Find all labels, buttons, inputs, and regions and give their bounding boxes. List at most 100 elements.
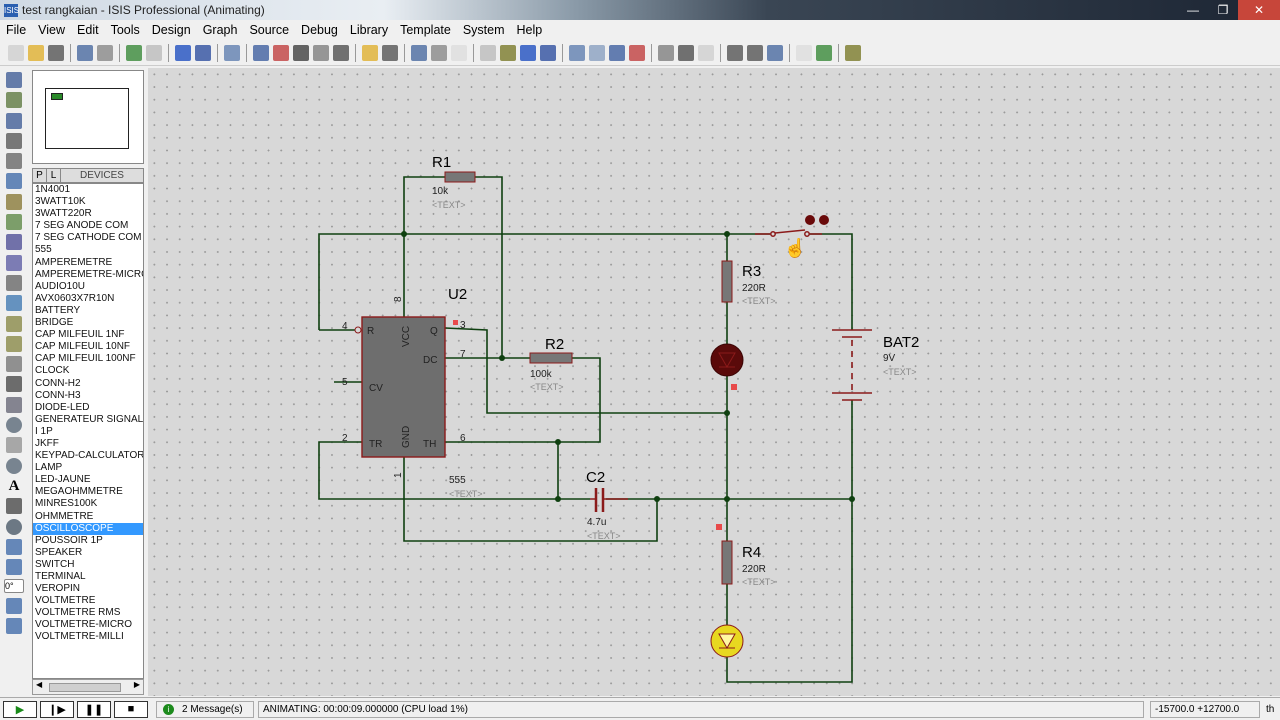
device-list-item[interactable]: LAMP	[33, 462, 143, 474]
pick-button[interactable]: P	[33, 169, 47, 182]
device-list-item[interactable]: CAP MILFEUIL 10NF	[33, 341, 143, 353]
menu-view[interactable]: View	[32, 23, 71, 37]
device-list-item[interactable]: CLOCK	[33, 365, 143, 377]
device-list-scrollbar[interactable]: ◀ ▶	[32, 679, 144, 695]
maximize-button[interactable]: ❐	[1208, 0, 1238, 20]
redo-icon[interactable]	[382, 44, 398, 61]
device-list-item[interactable]: CAP MILFEUIL 1NF	[33, 329, 143, 341]
device-list-item[interactable]: OHMMETRE	[33, 511, 143, 523]
resistor-r3[interactable]	[721, 260, 733, 303]
selection-icon[interactable]	[6, 72, 22, 88]
subcircuit-icon[interactable]	[6, 193, 22, 210]
block-copy-icon[interactable]	[480, 44, 496, 61]
device-list-item[interactable]: VOLTMETRE	[33, 595, 143, 607]
led-yellow-on[interactable]	[710, 624, 744, 658]
tape-recorder-icon[interactable]	[6, 274, 22, 291]
menu-system[interactable]: System	[457, 23, 511, 37]
export-icon[interactable]	[97, 44, 113, 61]
scroll-left-icon[interactable]: ◀	[36, 680, 42, 689]
rotate-clockwise-icon[interactable]	[6, 538, 22, 555]
wire-label-icon[interactable]	[6, 132, 22, 149]
search-tag-icon[interactable]	[678, 44, 694, 61]
menu-help[interactable]: Help	[511, 23, 549, 37]
import-icon[interactable]	[77, 44, 93, 61]
device-list[interactable]: 1N4001 3WATT10K 3WATT220R 7 SEG ANODE COM 7 …	[32, 183, 144, 679]
circle-icon[interactable]	[6, 417, 22, 434]
library-button[interactable]: L	[47, 169, 61, 182]
rotate-anticlockwise-icon[interactable]	[6, 559, 22, 576]
menu-edit[interactable]: Edit	[71, 23, 105, 37]
component-icon[interactable]	[6, 92, 22, 109]
graph-icon[interactable]	[6, 254, 22, 271]
device-list-item[interactable]: 7 SEG CATHODE COM	[33, 232, 143, 244]
messages-panel[interactable]: i 2 Message(s)	[156, 700, 254, 718]
menu-tools[interactable]: Tools	[105, 23, 146, 37]
device-list-item[interactable]: 3WATT10K	[33, 196, 143, 208]
resistor-r2[interactable]	[529, 352, 573, 364]
device-list-item[interactable]: GENERATEUR SIGNAL	[33, 414, 143, 426]
menu-graph[interactable]: Graph	[197, 23, 244, 37]
remove-sheet-icon[interactable]	[747, 44, 763, 61]
pause-button[interactable]: ❚❚	[77, 700, 111, 718]
open-icon[interactable]	[28, 44, 44, 61]
scroll-right-icon[interactable]: ▶	[134, 680, 140, 689]
block-rotate-icon[interactable]	[520, 44, 536, 61]
zoom-in-icon[interactable]	[273, 44, 289, 61]
menu-template[interactable]: Template	[394, 23, 457, 37]
device-list-item[interactable]: 7 SEG ANODE COM	[33, 220, 143, 232]
menu-source[interactable]: Source	[243, 23, 295, 37]
cut-icon[interactable]	[411, 44, 427, 61]
device-list-item[interactable]: VOLTMETRE-MICRO	[33, 619, 143, 631]
virtual-instruments-icon[interactable]	[6, 356, 22, 373]
property-assign-icon[interactable]	[698, 44, 714, 61]
device-list-item[interactable]: CONN-H2	[33, 378, 143, 390]
text-script-icon[interactable]	[6, 153, 22, 170]
led-red-off[interactable]	[710, 343, 744, 377]
current-probe-icon[interactable]	[6, 335, 22, 352]
zoom-all-icon[interactable]	[313, 44, 329, 61]
bill-of-materials-icon[interactable]	[796, 44, 812, 61]
push-switch[interactable]	[755, 229, 822, 237]
pan-icon[interactable]	[253, 44, 269, 61]
device-list-item[interactable]: VOLTMETRE-MILLI	[33, 631, 143, 643]
resistor-r4[interactable]	[721, 540, 733, 585]
device-list-item[interactable]: BATTERY	[33, 305, 143, 317]
new-sheet-icon[interactable]	[727, 44, 743, 61]
print-area-icon[interactable]	[146, 44, 162, 61]
origin-icon[interactable]	[224, 44, 240, 61]
device-list-item[interactable]: 1N4001	[33, 184, 143, 196]
new-icon[interactable]	[8, 44, 24, 61]
marker-icon[interactable]	[6, 518, 22, 535]
undo-icon[interactable]	[362, 44, 378, 61]
mirror-vertical-icon[interactable]	[6, 618, 22, 635]
device-list-item[interactable]: CONN-H3	[33, 390, 143, 402]
device-list-item[interactable]: AMPEREMETRE-MICRO	[33, 269, 143, 281]
grid-icon[interactable]	[195, 44, 211, 61]
goto-sheet-icon[interactable]	[767, 44, 783, 61]
pick-device-icon[interactable]	[569, 44, 585, 61]
device-list-item[interactable]: AMPEREMETRE	[33, 257, 143, 269]
make-device-icon[interactable]	[589, 44, 605, 61]
schematic-canvas[interactable]: R1 10k <TEXT> R Q DC CV TR TH VCC GND 4 …	[148, 68, 1280, 696]
device-pins-icon[interactable]	[6, 234, 22, 251]
scroll-thumb[interactable]	[49, 683, 121, 692]
junction-icon[interactable]	[6, 112, 22, 129]
device-list-item[interactable]: KEYPAD-CALCULATOR	[33, 450, 143, 462]
device-list-item[interactable]: I 1P	[33, 426, 143, 438]
netlist-icon[interactable]	[845, 44, 861, 61]
arc-icon[interactable]	[6, 437, 22, 454]
copy-icon[interactable]	[431, 44, 447, 61]
minimize-button[interactable]: —	[1178, 0, 1208, 20]
terminals-icon[interactable]	[6, 214, 22, 231]
capacitor-c2[interactable]	[590, 488, 628, 512]
print-icon[interactable]	[126, 44, 142, 61]
voltage-probe-icon[interactable]	[6, 315, 22, 332]
device-list-item[interactable]: OSCILLOSCOPE	[33, 522, 143, 535]
text-icon[interactable]: A	[6, 478, 22, 494]
device-list-item[interactable]: SWITCH	[33, 559, 143, 571]
electrical-check-icon[interactable]	[816, 44, 832, 61]
device-list-item[interactable]: AUDIO10U	[33, 281, 143, 293]
device-list-item[interactable]: LED-JAUNE	[33, 474, 143, 486]
device-list-item[interactable]: MINRES100K	[33, 498, 143, 510]
battery-bat2[interactable]	[832, 329, 872, 401]
